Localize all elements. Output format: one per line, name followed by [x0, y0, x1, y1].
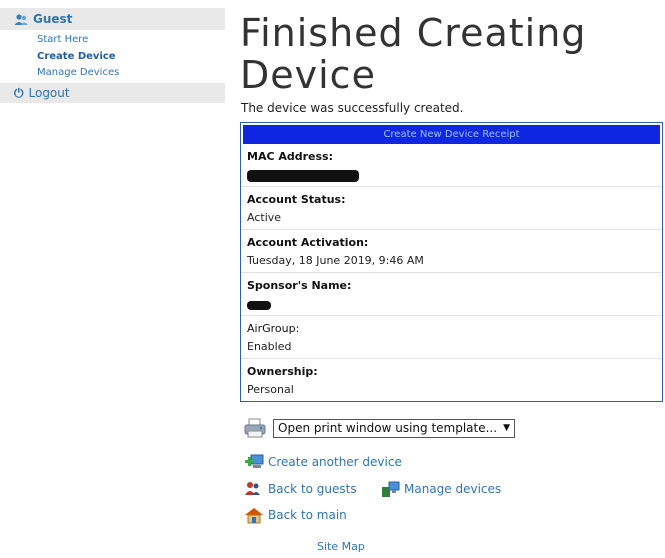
manage-devices-label: Manage devices — [404, 482, 502, 496]
add-device-icon — [244, 453, 264, 471]
users-icon — [14, 12, 28, 26]
sidebar: Guest Start Here Create Device Manage De… — [0, 0, 225, 103]
field-label: Ownership: — [247, 365, 318, 378]
field-value-redacted — [241, 164, 662, 186]
success-message: The device was successfully created. — [241, 101, 464, 115]
home-icon — [244, 506, 264, 524]
dropdown-arrow-icon: ▼ — [503, 423, 510, 433]
device-receipt: Create New Device Receipt MAC Address: A… — [240, 122, 663, 402]
print-template-select[interactable]: Open print window using template... ▼ — [273, 418, 515, 438]
field-value: Enabled — [247, 340, 292, 353]
print-row: Open print window using template... ▼ — [244, 418, 515, 438]
back-to-guests-link[interactable]: Back to guests — [244, 480, 357, 498]
sidebar-section-label: Guest — [33, 12, 73, 26]
sidebar-item-manage-devices[interactable]: Manage Devices — [37, 67, 119, 78]
redaction-mark — [247, 170, 359, 182]
print-template-value: Open print window using template... — [278, 421, 498, 435]
guests-icon — [244, 480, 264, 498]
field-label: Account Status: — [247, 193, 346, 206]
back-to-main-link[interactable]: Back to main — [244, 506, 347, 524]
field-label: Sponsor's Name: — [247, 279, 352, 292]
field-label: AirGroup: — [247, 322, 300, 335]
field-value: Tuesday, 18 June 2019, 9:46 AM — [247, 254, 424, 267]
field-label: MAC Address: — [247, 150, 334, 163]
field-sponsor-name: Sponsor's Name: — [241, 272, 662, 315]
back-to-main-label: Back to main — [268, 508, 347, 522]
field-value-redacted — [241, 293, 662, 315]
field-account-status: Account Status: Active — [241, 186, 662, 229]
field-airgroup: AirGroup: Enabled — [241, 315, 662, 358]
logout-link[interactable]: ⏻ Logout — [0, 83, 225, 103]
power-icon: ⏻ — [14, 85, 24, 100]
redaction-mark — [247, 301, 271, 310]
field-ownership: Ownership: Personal — [241, 358, 662, 401]
field-value: Personal — [247, 383, 294, 396]
manage-devices-link[interactable]: Manage devices — [380, 480, 501, 498]
field-mac-address: MAC Address: — [241, 144, 662, 186]
receipt-header: Create New Device Receipt — [243, 125, 660, 144]
field-account-activation: Account Activation: Tuesday, 18 June 201… — [241, 229, 662, 272]
page-title: Finished Creating Device — [240, 11, 587, 97]
create-another-device-link[interactable]: Create another device — [244, 453, 402, 471]
create-another-device-label: Create another device — [268, 455, 402, 469]
back-to-guests-label: Back to guests — [268, 482, 357, 496]
field-value: Active — [247, 211, 282, 224]
field-label: Account Activation: — [247, 236, 369, 249]
site-map-link[interactable]: Site Map — [317, 540, 365, 553]
printer-icon — [244, 418, 266, 438]
sidebar-section-guest[interactable]: Guest — [0, 8, 225, 30]
sidebar-item-start-here[interactable]: Start Here — [37, 34, 88, 45]
sidebar-item-create-device[interactable]: Create Device — [37, 51, 116, 62]
manage-devices-icon — [380, 480, 400, 498]
logout-label: Logout — [28, 86, 70, 100]
